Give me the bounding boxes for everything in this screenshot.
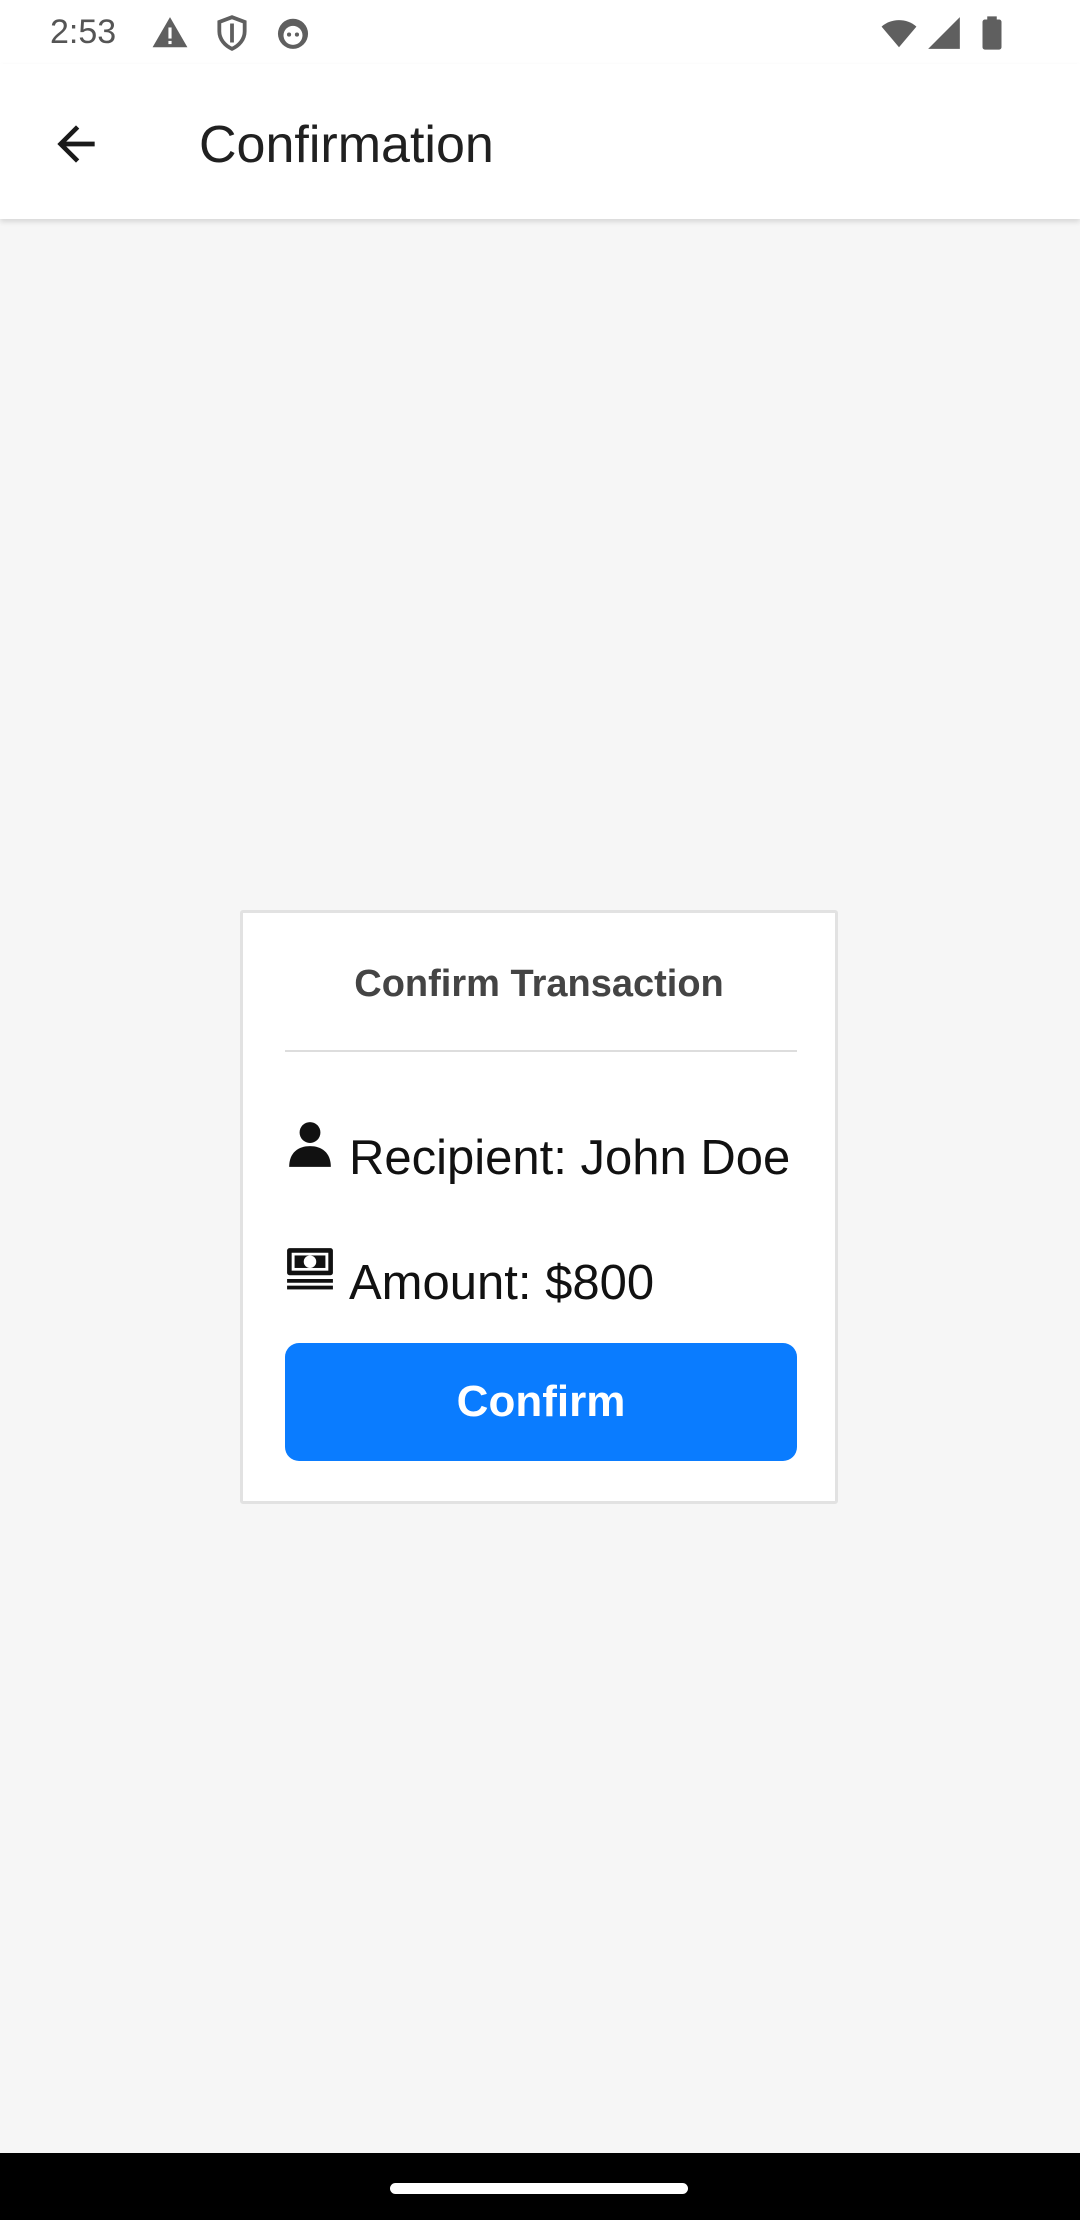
amount-text: Amount: $800 (349, 1256, 655, 1310)
page-title: Confirmation (199, 116, 494, 174)
battery-icon (973, 14, 1011, 52)
confirm-transaction-card: Confirm Transaction Recipient: John Doe … (240, 910, 838, 1504)
signal-icon (925, 14, 963, 52)
home-gesture-handle[interactable] (390, 2183, 688, 2194)
money-icon (285, 1244, 335, 1294)
app-bar: Confirmation (0, 64, 1080, 219)
card-divider (285, 1050, 797, 1052)
card-title: Confirm Transaction (354, 963, 724, 1005)
recipient-text: Recipient: John Doe (349, 1131, 791, 1185)
arrow-back-icon (57, 125, 95, 163)
status-bar: 2:53 (0, 0, 1080, 64)
back-button[interactable] (40, 108, 112, 180)
person-icon (285, 1119, 335, 1169)
warning-icon (151, 14, 189, 52)
wifi-icon (880, 14, 918, 52)
recipient-row: Recipient: John Doe (285, 1122, 791, 1193)
status-time: 2:53 (50, 13, 117, 51)
confirm-button[interactable]: Confirm (285, 1343, 797, 1461)
navigation-bar (0, 2153, 1080, 2220)
cat-face-icon (274, 14, 312, 52)
shield-icon (213, 14, 251, 52)
amount-row: Amount: $800 (285, 1248, 654, 1318)
